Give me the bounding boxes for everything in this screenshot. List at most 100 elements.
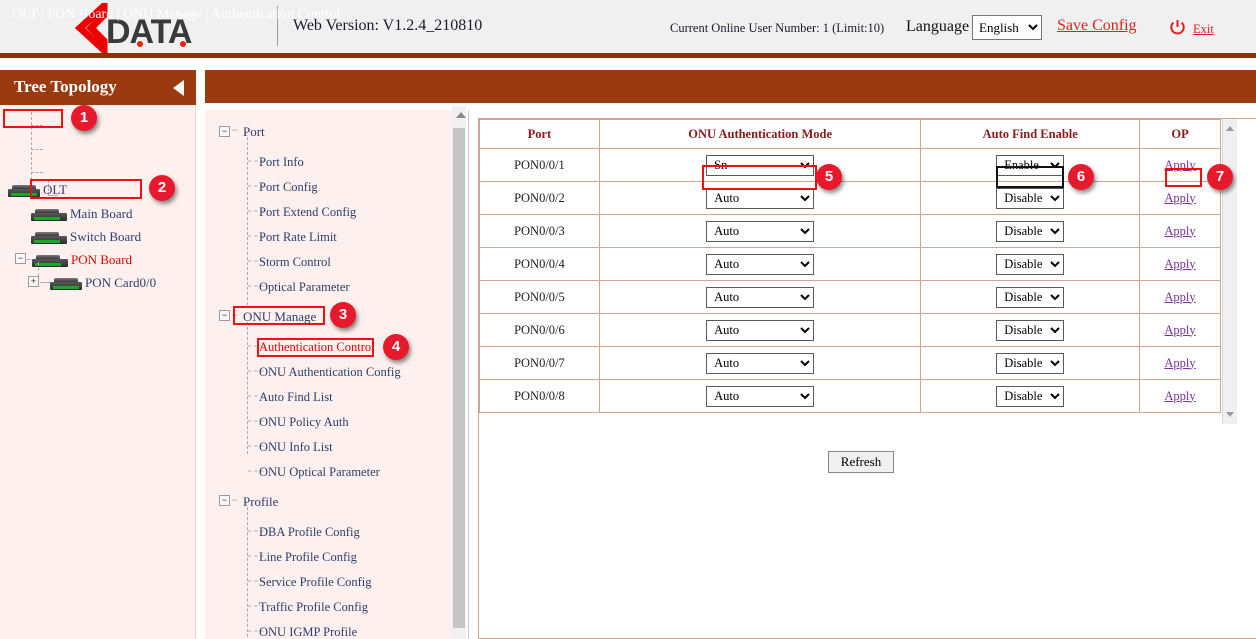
apply-link[interactable]: Apply — [1164, 323, 1195, 337]
table-row: PON0/0/4 Auto Disable Apply — [480, 248, 1221, 281]
tree-node-main-board-label: Main Board — [70, 206, 132, 221]
apply-link[interactable]: Apply — [1164, 158, 1195, 172]
cell-port: PON0/0/8 — [480, 380, 600, 413]
tree-connector — [31, 172, 43, 173]
menu-item-onu-policy-auth[interactable]: ONU Policy Auth — [259, 415, 349, 430]
step-badge-4: 4 — [383, 334, 409, 360]
apply-link[interactable]: Apply — [1164, 356, 1195, 370]
tree-node-pon-board-label: PON Board — [71, 252, 132, 267]
step-badge-5: 5 — [816, 164, 842, 190]
tree-node-pon-card[interactable]: PON Card0/0 — [50, 275, 156, 291]
cell-auto: Disable — [921, 347, 1140, 380]
language-select[interactable]: English — [972, 15, 1042, 40]
table-scroll-down-icon[interactable] — [1226, 412, 1234, 417]
cell-op: Apply — [1140, 347, 1221, 380]
cell-mode: Auto — [599, 281, 921, 314]
menu-expander-onu-manage[interactable]: − — [219, 310, 230, 321]
table-row: PON0/0/7 Auto Disable Apply — [480, 347, 1221, 380]
mode-select[interactable]: Auto — [706, 287, 814, 308]
mode-select[interactable]: Sn — [706, 155, 814, 176]
cell-auto: Enable — [921, 149, 1140, 182]
menu-item-line-profile-config[interactable]: Line Profile Config — [259, 550, 357, 565]
menu-connector: – — [231, 123, 237, 137]
menu-group-onu-manage[interactable]: ONU Manage — [243, 309, 316, 325]
cell-op: Apply — [1140, 380, 1221, 413]
exit-link[interactable]: Exit — [1193, 22, 1214, 37]
step-badge-6: 6 — [1068, 164, 1094, 190]
mode-select[interactable]: Auto — [706, 254, 814, 275]
menu-item-onu-optical-parameter[interactable]: ONU Optical Parameter — [259, 465, 380, 480]
cell-op: Apply — [1140, 182, 1221, 215]
menu-item-authentication-control[interactable]: Authentication Control — [259, 340, 375, 355]
cell-op: Apply — [1140, 215, 1221, 248]
tree-expander-pon-board-toggle[interactable]: − — [15, 253, 26, 264]
table-scroll-up-icon[interactable] — [1226, 126, 1234, 131]
menu-item-onu-authentication-config[interactable]: ONU Authentication Config — [259, 365, 401, 380]
collapse-left-arrow-icon[interactable] — [173, 80, 184, 96]
tree-connector — [40, 282, 50, 283]
tree-node-pon-board[interactable]: PON Board — [32, 252, 132, 268]
menu-scrollbar-thumb[interactable] — [453, 128, 465, 628]
cell-mode: Auto — [599, 380, 921, 413]
save-config-link[interactable]: Save Config — [1057, 17, 1137, 35]
mode-select[interactable]: Auto — [706, 386, 814, 407]
menu-item-storm-control[interactable]: Storm Control — [259, 255, 331, 270]
tree-node-main-board[interactable]: Main Board — [31, 206, 132, 222]
menu-item-traffic-profile-config[interactable]: Traffic Profile Config — [259, 600, 368, 615]
online-user-count-label: Current Online User Number: 1 (Limit:10) — [670, 21, 884, 36]
tree-connector — [31, 149, 43, 150]
tree-node-switch-board[interactable]: Switch Board — [31, 229, 141, 245]
apply-link[interactable]: Apply — [1164, 389, 1195, 403]
cell-port: PON0/0/1 — [480, 149, 600, 182]
refresh-button[interactable]: Refresh — [828, 451, 894, 473]
menu-item-port-extend-config[interactable]: Port Extend Config — [259, 205, 356, 220]
tree-expander-pon-card[interactable]: + — [28, 276, 39, 287]
power-icon — [1169, 19, 1186, 36]
menu-item-port-config[interactable]: Port Config — [259, 180, 318, 195]
tree-connector — [31, 112, 32, 190]
breadcrumb-bar — [205, 70, 1256, 103]
mode-select[interactable]: Auto — [706, 221, 814, 242]
cell-mode: Auto — [599, 248, 921, 281]
cell-auto: Disable — [921, 215, 1140, 248]
auto-find-select[interactable]: Disable — [996, 254, 1064, 275]
cell-auto: Disable — [921, 380, 1140, 413]
auto-find-select[interactable]: Disable — [996, 320, 1064, 341]
cell-mode: Sn — [599, 149, 921, 182]
column-header-port: Port — [480, 120, 600, 149]
menu-item-port-rate-limit[interactable]: Port Rate Limit — [259, 230, 337, 245]
menu-tree-panel: − – Port --- Port Info --- Port Config -… — [205, 110, 463, 639]
menu-item-dba-profile-config[interactable]: DBA Profile Config — [259, 525, 360, 540]
table-row: PON0/0/2 Auto Disable Apply — [480, 182, 1221, 215]
auto-find-select[interactable]: Enable — [996, 155, 1064, 176]
apply-link[interactable]: Apply — [1164, 290, 1195, 304]
menu-connector: – — [231, 493, 237, 507]
auto-find-select[interactable]: Disable — [996, 353, 1064, 374]
menu-expander-profile[interactable]: − — [219, 495, 230, 506]
menu-item-auto-find-list[interactable]: Auto Find List — [259, 390, 333, 405]
cell-op: Apply — [1140, 314, 1221, 347]
language-label: Language — [906, 18, 969, 36]
apply-link[interactable]: Apply — [1164, 257, 1195, 271]
column-header-onu-authentication-mode: ONU Authentication Mode — [599, 120, 921, 149]
auto-find-select[interactable]: Disable — [996, 221, 1064, 242]
menu-item-onu-igmp-profile[interactable]: ONU IGMP Profile — [259, 625, 357, 639]
mode-select[interactable]: Auto — [706, 353, 814, 374]
tree-node-olt[interactable]: OLT — [8, 182, 67, 198]
menu-item-port-info[interactable]: Port Info — [259, 155, 304, 170]
menu-item-service-profile-config[interactable]: Service Profile Config — [259, 575, 371, 590]
cell-mode: Auto — [599, 215, 921, 248]
menu-expander-port[interactable]: − — [219, 126, 230, 137]
menu-group-profile[interactable]: Profile — [243, 494, 278, 510]
menu-scroll-up-icon[interactable] — [456, 112, 466, 118]
device-card-icon — [50, 278, 82, 290]
apply-link[interactable]: Apply — [1164, 224, 1195, 238]
mode-select[interactable]: Auto — [706, 320, 814, 341]
menu-item-optical-parameter[interactable]: Optical Parameter — [259, 280, 350, 295]
auto-find-select[interactable]: Disable — [996, 287, 1064, 308]
auto-find-select[interactable]: Disable — [996, 188, 1064, 209]
menu-item-onu-info-list[interactable]: ONU Info List — [259, 440, 333, 455]
mode-select[interactable]: Auto — [706, 188, 814, 209]
auto-find-select[interactable]: Disable — [996, 386, 1064, 407]
apply-link[interactable]: Apply — [1164, 191, 1195, 205]
